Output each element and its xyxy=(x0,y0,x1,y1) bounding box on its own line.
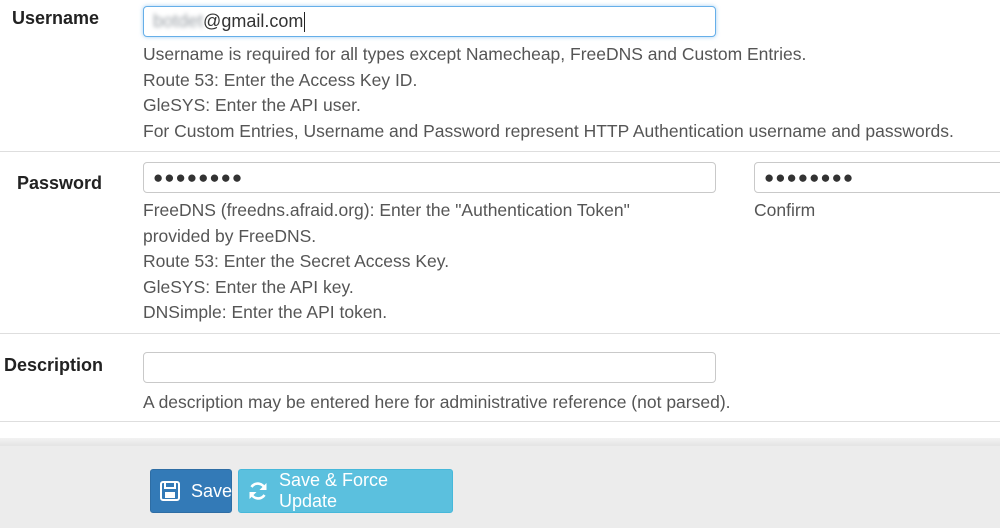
save-button-label: Save xyxy=(191,480,233,501)
row-divider xyxy=(0,333,1000,334)
confirm-label: Confirm xyxy=(754,200,816,220)
username-help-line: GleSYS: Enter the API user. xyxy=(143,95,361,115)
password-help-line: provided by FreeDNS. xyxy=(143,225,317,246)
password-mask: ●●●●●●●● xyxy=(153,168,244,187)
username-input[interactable]: botdet@gmail.com xyxy=(143,6,716,37)
password-help-line: FreeDNS (freedns.afraid.org): Enter the … xyxy=(143,200,630,220)
username-help-line: Username is required for all types excep… xyxy=(143,44,807,64)
password-help-line: DNSimple: Enter the API token. xyxy=(143,302,388,322)
description-label: Description xyxy=(4,355,104,375)
save-icon xyxy=(159,480,181,502)
description-input[interactable] xyxy=(143,352,716,383)
password-help: FreeDNS (freedns.afraid.org): Enter the … xyxy=(143,198,630,326)
username-help-line: Route 53: Enter the Access Key ID. xyxy=(143,69,418,90)
save-force-update-button[interactable]: Save & Force Update xyxy=(238,469,453,513)
password-input[interactable]: ●●●●●●●● xyxy=(143,162,716,193)
description-help: A description may be entered here for ad… xyxy=(143,392,731,412)
text-caret xyxy=(304,12,306,33)
password-confirm-input[interactable]: ●●●●●●●● xyxy=(754,162,1000,193)
password-label: Password xyxy=(17,173,103,193)
row-divider xyxy=(0,151,1000,152)
username-label: Username xyxy=(12,8,100,28)
username-redacted-text: botdet xyxy=(153,11,204,31)
password-help-line: GleSYS: Enter the API key. xyxy=(143,276,354,297)
footer-separator xyxy=(0,438,1000,446)
save-button[interactable]: Save xyxy=(150,469,232,513)
password-confirm-mask: ●●●●●●●● xyxy=(764,168,855,187)
username-domain-text: @gmail.com xyxy=(203,11,304,31)
refresh-icon xyxy=(247,480,269,502)
username-help-line: For Custom Entries, Username and Passwor… xyxy=(143,120,954,141)
password-help-line: Route 53: Enter the Secret Access Key. xyxy=(143,251,450,271)
save-force-update-label: Save & Force Update xyxy=(279,470,389,511)
username-help: Username is required for all types excep… xyxy=(143,42,954,144)
row-divider xyxy=(0,421,1000,422)
